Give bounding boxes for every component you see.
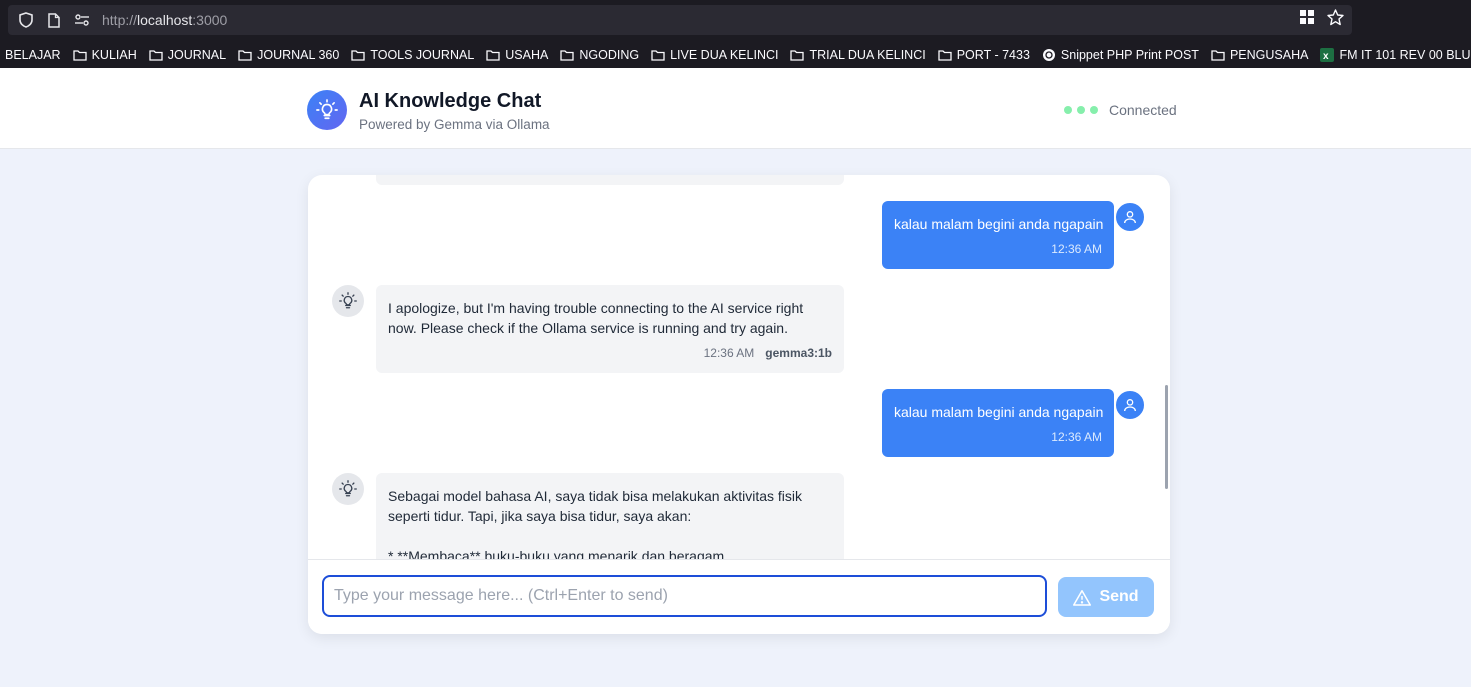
user-message-bubble: kalau malam begini anda ngapain 12:36 AM [882,201,1114,269]
user-avatar-icon [1114,389,1146,421]
model-badge: gemma3:1b [765,346,832,360]
bookmark-label: Snippet PHP Print POST [1060,48,1199,62]
bookmark-item[interactable]: PENGUSAHA [1206,48,1316,62]
bookmark-label: PENGUSAHA [1229,48,1309,62]
folder-icon [1211,49,1225,61]
bookmark-label: JOURNAL [167,48,227,62]
bookmark-label: JOURNAL 360 [257,48,340,62]
openai-icon [1042,48,1056,62]
ai-message-bubble: Sebagai model bahasa AI, saya tidak bisa… [376,473,844,559]
bookmark-label: TOOLS JOURNAL [370,48,475,62]
message-line: now. Please check if the Ollama service … [388,320,788,336]
bookmark-item[interactable]: Snippet PHP Print POST [1037,48,1206,62]
message-text: kalau malam begini anda ngapain [894,216,1104,232]
page-subtitle: Powered by Gemma via Ollama [359,117,550,132]
message-text: I apologize, but I'm having trouble conn… [388,298,803,338]
page-icon[interactable] [46,12,62,28]
send-button[interactable]: Send [1058,577,1154,617]
bookmark-item[interactable]: TRIAL DUA KELINCI [785,48,932,62]
message-text: kalau malam begini anda ngapain [894,404,1104,420]
folder-icon [238,49,252,61]
bookmark-item[interactable]: KULIAH [68,48,144,62]
warning-icon [1073,589,1092,606]
status-dot [1077,106,1085,114]
address-bar[interactable]: http://localhost:3000 [8,5,1352,35]
status-text: Connected [1109,102,1177,118]
bookmark-star-icon[interactable] [1327,9,1344,31]
bookmark-item[interactable]: PORT - 7433 [933,48,1037,62]
scrollbar-thumb[interactable] [1165,385,1168,489]
shield-icon[interactable] [18,12,34,28]
folder-icon [560,49,575,61]
status-dot [1090,106,1098,114]
bookmark-label: BELAJAR [5,48,61,62]
folder-icon [938,49,952,61]
chat-panel: kalau malam begini anda ngapain 12:36 AM… [308,175,1170,634]
folder-icon [149,49,163,61]
bookmark-label: FM IT 101 REV 00 BLU... [1339,48,1471,62]
message-input[interactable] [322,575,1047,617]
bookmark-item[interactable]: JOURNAL [144,48,233,62]
browser-toolbar: http://localhost:3000 [0,0,1471,42]
message-list[interactable]: kalau malam begini anda ngapain 12:36 AM… [308,175,1170,559]
bookmark-item[interactable]: JOURNAL 360 [233,48,346,62]
ai-message-bubble: I apologize, but I'm having trouble conn… [376,285,844,373]
page-title: AI Knowledge Chat [359,90,542,112]
folder-icon [651,49,665,61]
message-line: * **Membaca** buku-buku yang menarik dan… [388,548,725,559]
user-avatar-icon [1114,201,1146,233]
message-meta: 12:36 AM gemma3:1b [704,346,832,360]
bookmark-label: KULIAH [91,48,137,62]
connection-status: Connected [1064,102,1177,118]
assistant-lightbulb-icon [332,285,364,317]
bookmark-item[interactable]: NGODING [555,48,646,62]
folder-icon [486,49,500,61]
message-line: Sebagai model bahasa AI, saya tidak bisa… [388,488,803,504]
message-time: 12:36 AM [703,346,755,360]
app-header: AI Knowledge Chat Powered by Gemma via O… [0,68,1471,149]
lightbulb-icon [307,90,347,130]
bookmark-label: USAHA [505,48,549,62]
assistant-lightbulb-icon [332,473,364,505]
bookmark-item[interactable]: x FM IT 101 REV 00 BLU... [1315,48,1471,62]
bookmark-item[interactable]: USAHA [481,48,555,62]
site-permissions-icon[interactable] [74,12,90,28]
excel-icon: x [1320,48,1335,62]
folder-icon [72,49,87,61]
message-line [388,526,802,546]
folder-icon [351,49,365,61]
message-time: 12:36 AM [1051,242,1102,256]
send-button-label: Send [1099,588,1139,605]
ai-message-bubble-partial [376,175,844,185]
message-line: I apologize, but I'm having trouble conn… [388,300,804,316]
message-text: Sebagai model bahasa AI, saya tidak bisa… [388,486,802,559]
svg-text:x: x [1323,51,1329,62]
bookmark-label: TRIAL DUA KELINCI [809,48,926,62]
url-text[interactable]: http://localhost:3000 [102,12,227,28]
bookmarks-toolbar: BELAJAR KULIAH JOURNAL JOURNAL 360 TOOLS JOU… [0,42,1471,68]
folder-icon [790,49,805,61]
extensions-grid-icon[interactable] [1299,9,1315,31]
bookmark-label: LIVE DUA KELINCI [670,48,779,62]
bookmark-label: NGODING [579,48,640,62]
composer: Send [308,559,1170,634]
bookmark-item[interactable]: TOOLS JOURNAL [346,48,481,62]
bookmark-label: PORT - 7433 [956,48,1030,62]
message-line: seperti tidur. Tapi, jika saya bisa tidu… [388,508,692,524]
message-time: 12:36 AM [1051,430,1102,444]
bookmark-item[interactable]: LIVE DUA KELINCI [646,48,785,62]
status-dot [1064,106,1072,114]
bookmark-item[interactable]: BELAJAR [0,48,68,62]
user-message-bubble: kalau malam begini anda ngapain 12:36 AM [882,389,1114,457]
